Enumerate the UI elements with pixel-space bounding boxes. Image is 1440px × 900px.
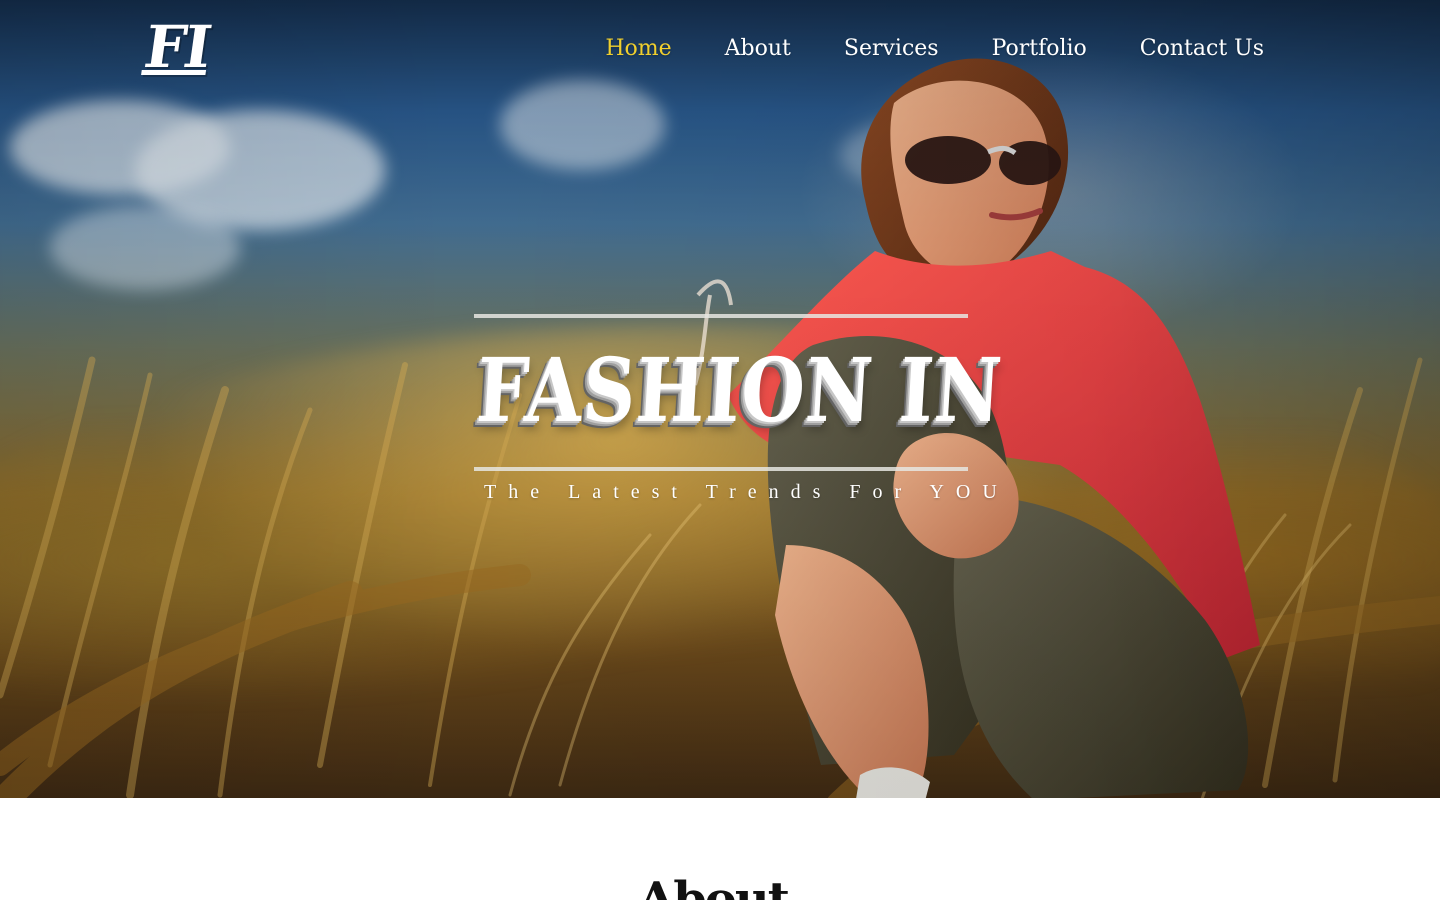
- fi-logo-link[interactable]: FI: [140, 12, 214, 82]
- nav-contact-us-link[interactable]: Contact Us: [1140, 31, 1264, 67]
- nav-portfolio-link[interactable]: Portfolio: [992, 31, 1087, 67]
- nav-home-link[interactable]: Home: [605, 31, 671, 67]
- primary-navigation: Home About Services Portfolio Contact Us: [605, 29, 1264, 69]
- fashion-landing-page: FI Home About Services Portfolio Contact…: [0, 0, 1440, 900]
- hero-copy: FASHION IN The Latest Trends For YOU: [473, 314, 1006, 512]
- hero-title: FASHION IN: [473, 338, 1006, 442]
- hero-top-divider: [474, 314, 968, 318]
- nav-about-link[interactable]: About: [725, 31, 791, 67]
- nav-services-link[interactable]: Services: [844, 31, 939, 67]
- about-section-heading: About: [638, 872, 790, 900]
- hero-bottom-divider: [474, 467, 968, 471]
- sky-cloud: [50, 205, 240, 290]
- hero-subtitle: The Latest Trends For YOU: [484, 481, 1009, 503]
